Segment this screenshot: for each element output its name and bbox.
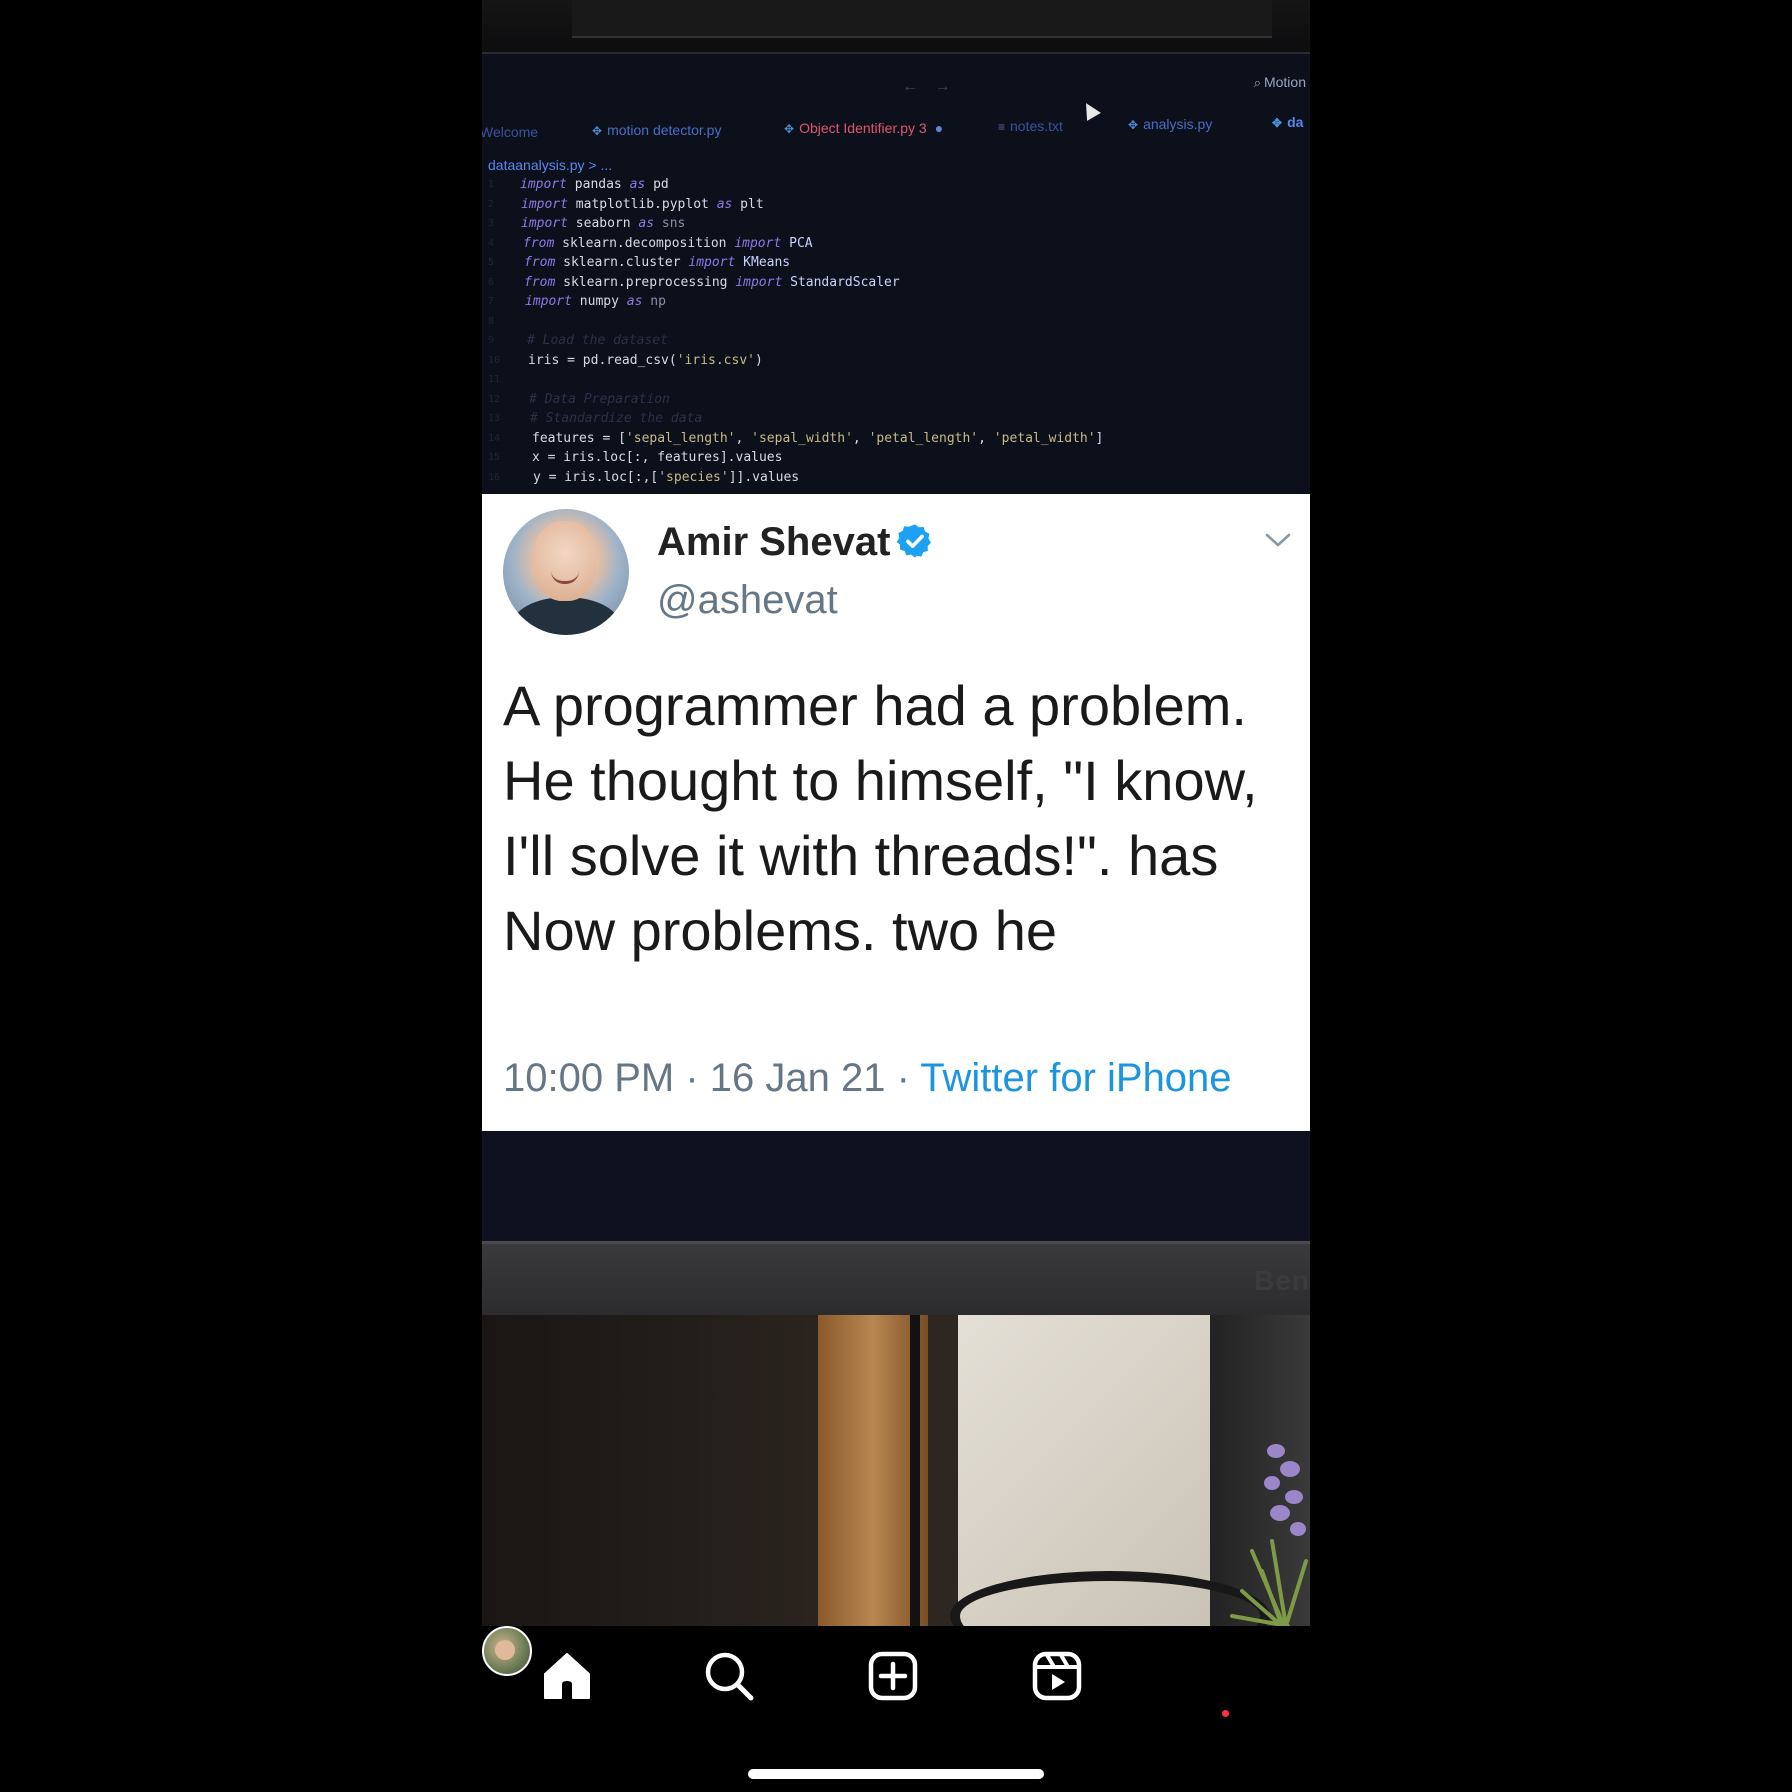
tweet-author-handle: @ashevat (657, 578, 838, 622)
notification-dot (1222, 1710, 1229, 1717)
bottom-nav-bar (482, 1626, 1310, 1792)
search-icon[interactable] (703, 1650, 755, 1702)
code-line: 7 import numpy as np (488, 294, 666, 309)
tab-motion-detector: ✥ motion detector.py (592, 122, 722, 138)
monitor-notch (572, 0, 1272, 38)
home-icon[interactable] (541, 1650, 593, 1702)
tweet-author-name: Amir Shevat (657, 520, 891, 564)
editor-search: ⌕ Motion (1254, 74, 1306, 91)
chevron-down-icon[interactable] (1264, 530, 1292, 550)
code-line: 1 import pandas as pd (488, 177, 669, 192)
code-line: 12 # Data Preparation (488, 391, 670, 407)
python-file-icon: ✥ (1128, 118, 1139, 132)
tab-object-identifier: ✥ Object Identifier.py 3 ● (784, 120, 944, 136)
editor-nav-arrows: ← → (902, 78, 957, 95)
code-line: 6 from sklearn.preprocessing import Stand… (488, 274, 900, 290)
search-icon: ⌕ (1253, 75, 1261, 90)
code-line: 2 import matplotlib.pyplot as plt (488, 196, 764, 212)
desk-photo: Ben (482, 1131, 1310, 1626)
editor-search-label: Motion (1263, 74, 1306, 90)
text-file-icon: ≡ (998, 120, 1006, 134)
instagram-post-screen: ← → ⌕ Motion Welcome ✥ motion detector.py … (482, 0, 1310, 1792)
plus-square-icon[interactable] (867, 1650, 919, 1702)
avatar[interactable] (482, 1626, 532, 1676)
code-line: 10 iris = pd.read_csv('iris.csv') (488, 352, 763, 368)
code-line: 14 features = ['sepal_length', 'sepal_wid… (488, 430, 1104, 446)
tweet-source-link: Twitter for iPhone (920, 1056, 1232, 1100)
code-line: 11 (488, 374, 501, 385)
reels-icon[interactable] (1031, 1650, 1083, 1702)
code-line: 3 import seaborn as sns (488, 216, 686, 231)
code-line: 13 # Standardize the data (488, 411, 703, 426)
tweet-meta: 10:00 PM · 16 Jan 21 · Twitter for iPhon… (503, 1056, 1232, 1101)
tab-analysis: ✥ analysis.py (1128, 116, 1213, 132)
editor-tabs: Welcome ✥ motion detector.py ✥ Object Iden… (482, 114, 1310, 146)
python-file-icon: ✥ (592, 124, 603, 138)
code-line: 5 from sklearn.cluster import KMeans (488, 255, 791, 270)
monitor-bezel (482, 1241, 1310, 1318)
tweet-text: A programmer had a problem. He thought t… (503, 674, 1258, 962)
code-line: 16 y = iris.loc[:,['species']].values (488, 469, 800, 485)
code-editor-photo: ← → ⌕ Motion Welcome ✥ motion detector.py … (482, 0, 1310, 494)
tab-dataanalysis: ✥ da (1272, 114, 1304, 130)
code-line: 15 x = iris.loc[:, features].values (488, 450, 783, 465)
tweet-card: Amir Shevat @ashevat A programmer had a … (482, 494, 1310, 1131)
cable (910, 1315, 920, 1626)
code-line: 9 # Load the dataset (488, 333, 668, 348)
breadcrumb: dataanalysis.py > ... (488, 157, 613, 173)
code-area: 1 import pandas as pd 2 import matplotlib.… (482, 175, 1103, 487)
verified-badge-icon (896, 524, 931, 558)
unsaved-dot-icon: ● (934, 120, 944, 136)
home-indicator[interactable] (748, 1769, 1044, 1779)
avatar (503, 509, 629, 635)
code-line: 4 from sklearn.decomposition import PCA (488, 235, 813, 251)
plant-image (1230, 1444, 1308, 1626)
python-file-icon: ✥ (1272, 116, 1283, 130)
tab-welcome: Welcome (482, 124, 539, 140)
python-file-icon: ✥ (784, 122, 795, 136)
tab-notes: ≡ notes.txt (998, 118, 1063, 134)
monitor-brand-mark: Ben (1254, 1265, 1310, 1296)
tweet-timestamp: 10:00 PM · 16 Jan 21 · (503, 1056, 921, 1100)
code-line: 8 (488, 315, 495, 327)
